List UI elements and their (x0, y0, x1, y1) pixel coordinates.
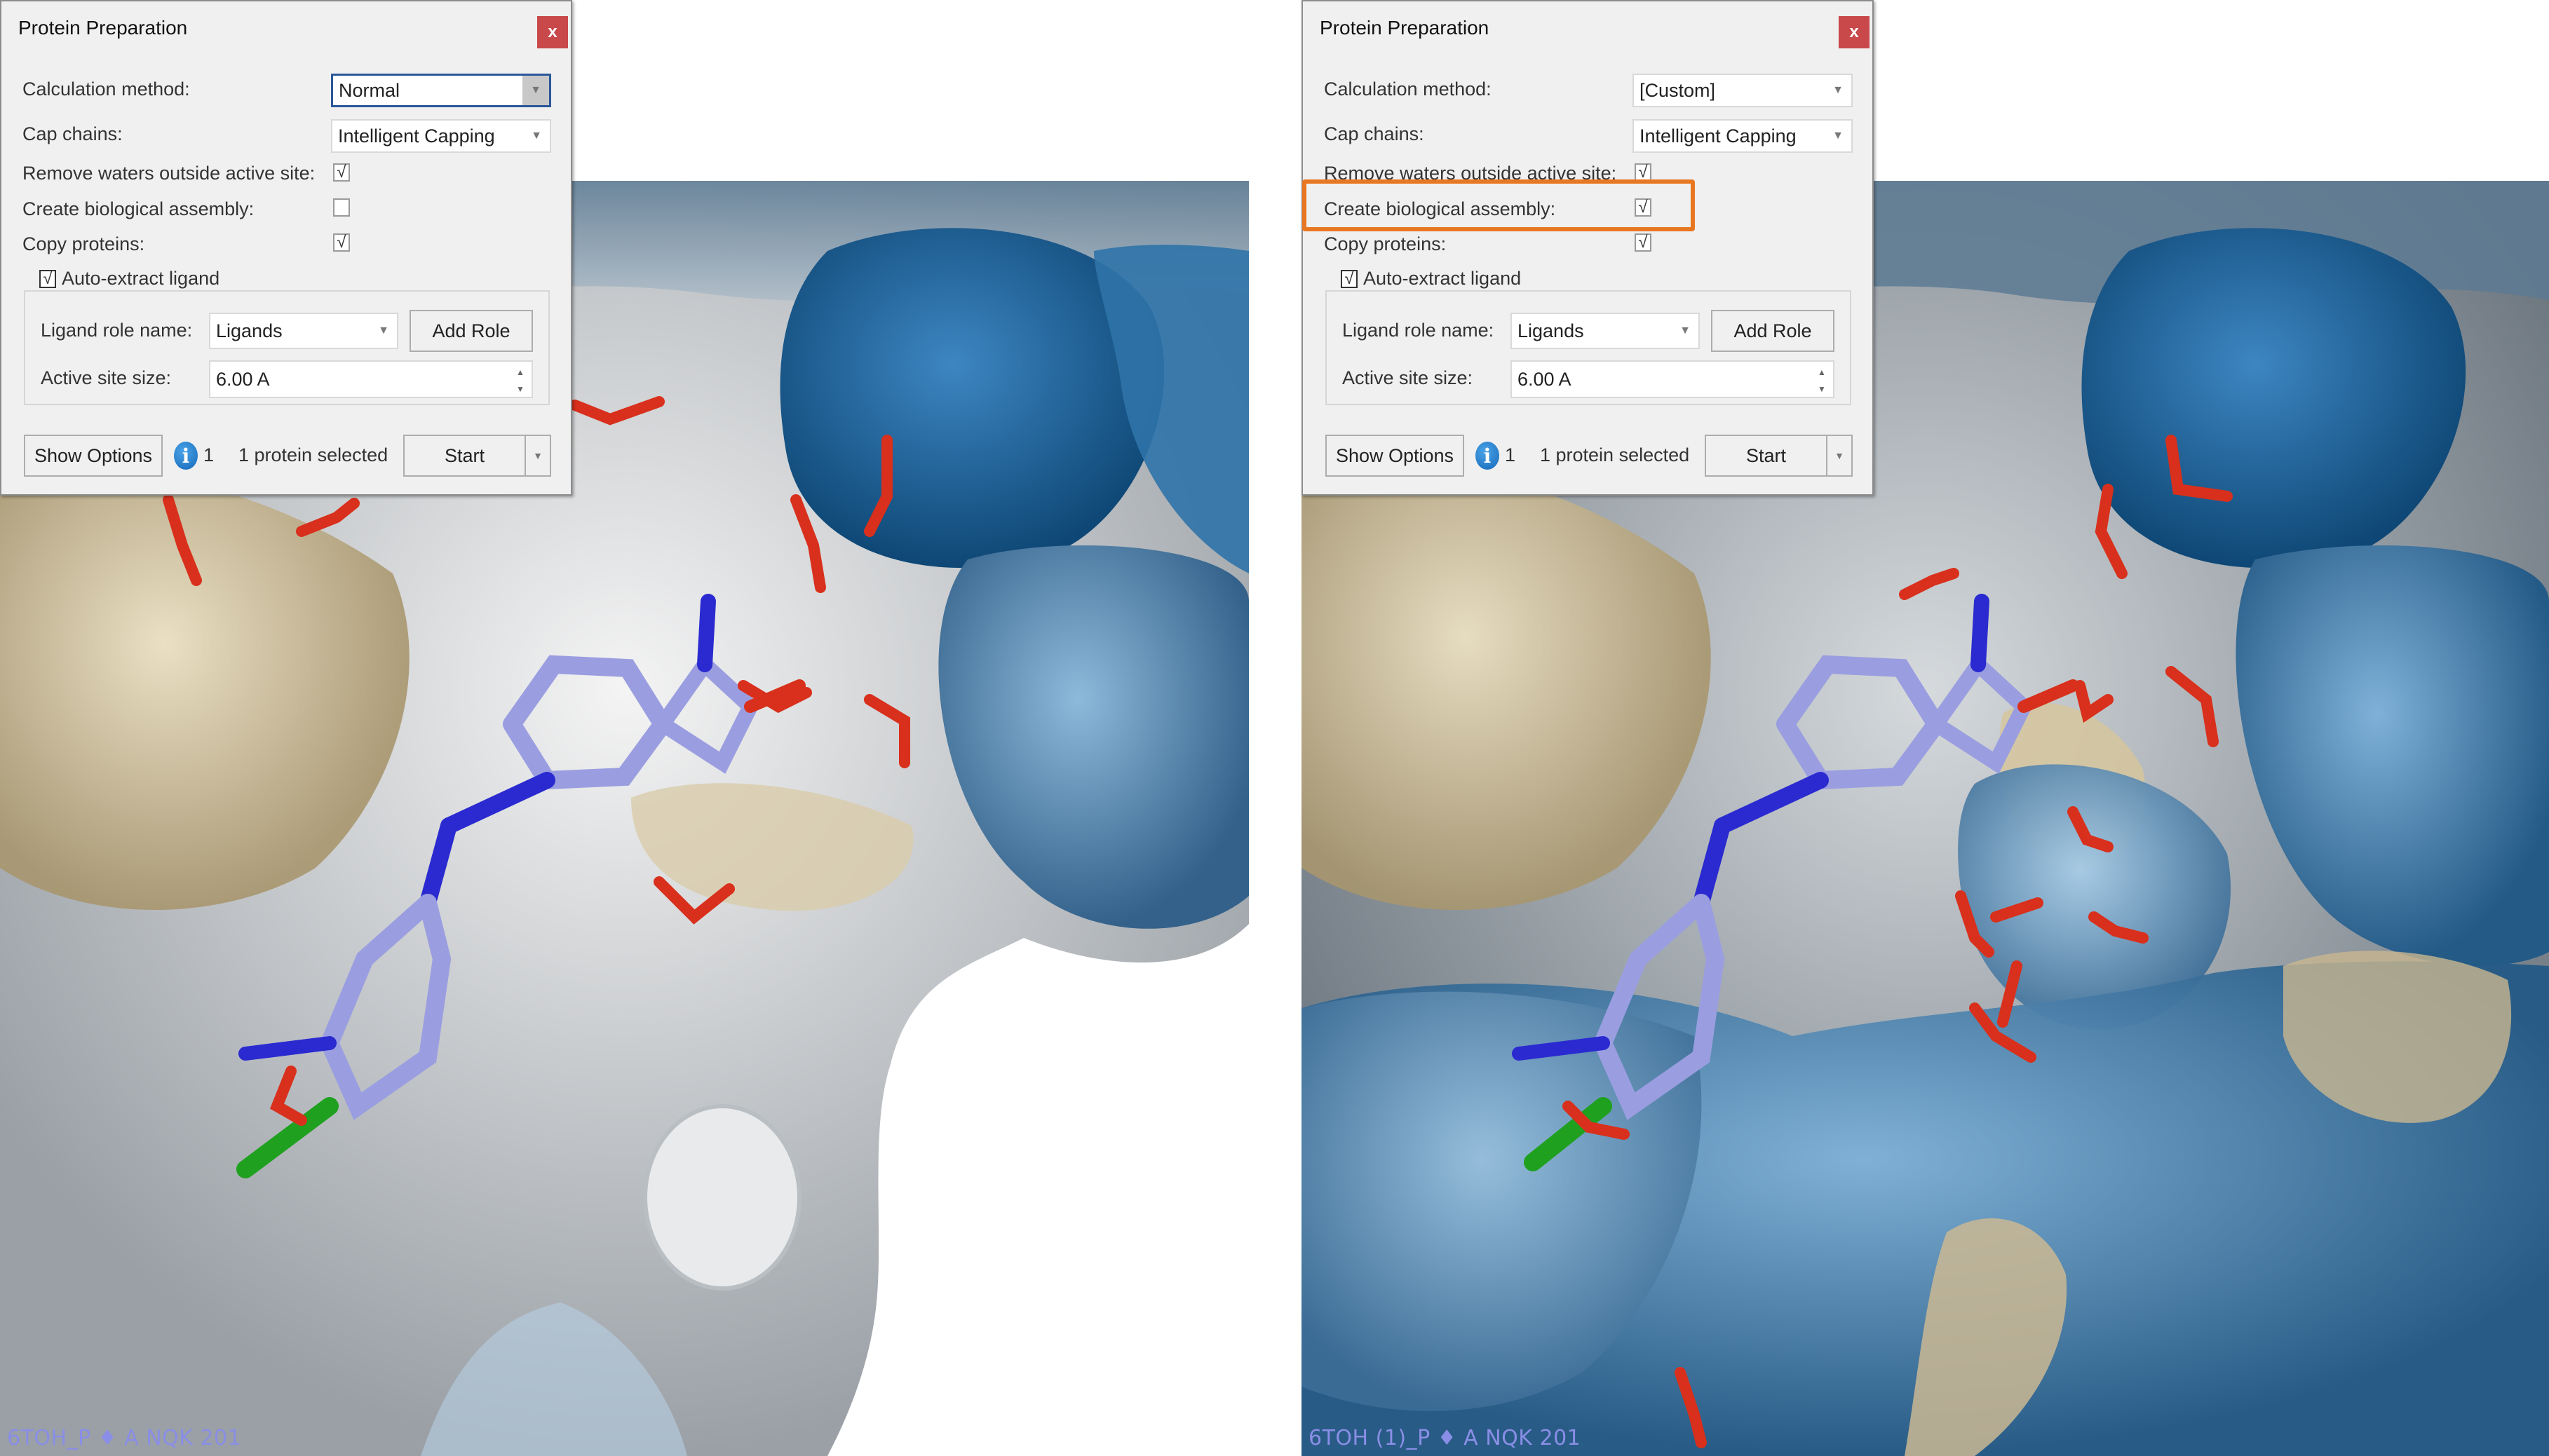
check-icon: √ (337, 233, 346, 252)
chevron-down-icon: ▼ (522, 76, 549, 105)
chevron-down-icon: ▼ (1679, 325, 1691, 336)
calculation-method-label: Calculation method: (1324, 79, 1492, 100)
active-site-spinner[interactable]: ▲ ▼ (1815, 367, 1829, 394)
auto-extract-checkbox[interactable]: √ (39, 268, 56, 288)
show-options-button[interactable]: Show Options (24, 435, 163, 477)
chevron-down-icon: ▼ (1832, 130, 1844, 142)
check-icon: √ (1344, 268, 1354, 288)
active-site-input[interactable]: 6.00 A ▲ ▼ (209, 360, 533, 398)
cap-chains-label: Cap chains: (22, 123, 123, 144)
ligand-role-dropdown[interactable]: Ligands ▼ (209, 313, 398, 349)
protein-surface-bump (643, 1104, 802, 1291)
selection-status: 1 protein selected (1540, 444, 1690, 465)
info-count: 1 (203, 444, 215, 465)
viewport-label: 6TOH_P ♦ A NQK 201 (7, 1426, 242, 1450)
selection-status: 1 protein selected (238, 444, 388, 465)
active-site-spinner[interactable]: ▲ ▼ (513, 367, 527, 394)
auto-extract-header: √ Auto-extract ligand (1337, 268, 1526, 290)
close-button[interactable]: x (1839, 16, 1870, 48)
spin-up-icon[interactable]: ▲ (516, 367, 525, 377)
remove-waters-checkbox[interactable]: √ (333, 163, 350, 182)
add-role-button[interactable]: Add Role (1711, 310, 1834, 352)
close-button[interactable]: x (537, 16, 568, 48)
ligand-role-dropdown[interactable]: Ligands ▼ (1510, 313, 1700, 349)
active-site-value: 6.00 A (1517, 368, 1571, 390)
dialog-title: Protein Preparation (1320, 17, 1489, 39)
spin-up-icon[interactable]: ▲ (1818, 367, 1826, 377)
ligand-role-label: Ligand role name: (41, 320, 193, 341)
auto-extract-label: Auto-extract ligand (1363, 268, 1522, 289)
calculation-method-dropdown[interactable]: [Custom] ▼ (1632, 74, 1853, 107)
viewport-label: 6TOH (1)_P ♦ A NQK 201 (1309, 1426, 1581, 1450)
active-site-input[interactable]: 6.00 A ▲ ▼ (1510, 360, 1834, 398)
copy-proteins-label: Copy proteins: (22, 233, 145, 254)
ligand-role-value: Ligands (216, 320, 283, 341)
remove-waters-label: Remove waters outside active site: (22, 163, 316, 184)
protein-preparation-dialog-left: Protein Preparation x Calculation method… (0, 0, 572, 496)
calculation-method-label: Calculation method: (22, 79, 190, 100)
chevron-down-icon: ▼ (378, 325, 389, 336)
info-icon[interactable]: i (1475, 442, 1499, 470)
chevron-down-icon: ▼ (1832, 84, 1844, 96)
start-button[interactable]: Start (403, 435, 526, 477)
protein-preparation-dialog-right: Protein Preparation x Calculation method… (1301, 0, 1874, 496)
auto-extract-checkbox[interactable]: √ (1341, 268, 1358, 288)
copy-proteins-checkbox[interactable]: √ (1635, 233, 1651, 252)
active-site-label: Active site size: (41, 367, 172, 388)
cap-chains-label: Cap chains: (1324, 123, 1424, 144)
info-icon[interactable]: i (174, 442, 198, 470)
start-button[interactable]: Start (1705, 435, 1827, 477)
create-bio-assembly-checkbox[interactable] (333, 198, 350, 217)
calculation-method-value: [Custom] (1639, 79, 1716, 101)
show-options-button[interactable]: Show Options (1325, 435, 1464, 477)
check-icon: √ (43, 268, 53, 288)
active-site-label: Active site size: (1342, 367, 1473, 388)
close-icon: x (1849, 22, 1859, 41)
chevron-down-icon: ▼ (533, 450, 543, 461)
cap-chains-value: Intelligent Capping (338, 125, 495, 147)
check-icon: √ (337, 163, 346, 182)
close-icon: x (548, 22, 557, 41)
create-bio-assembly-label: Create biological assembly: (22, 198, 255, 219)
chevron-down-icon: ▼ (1834, 450, 1844, 461)
spin-down-icon[interactable]: ▼ (516, 384, 525, 394)
cap-chains-value: Intelligent Capping (1639, 125, 1797, 147)
check-icon: √ (1638, 163, 1648, 182)
cap-chains-dropdown[interactable]: Intelligent Capping ▼ (331, 119, 551, 153)
auto-extract-header: √ Auto-extract ligand (35, 268, 224, 290)
chevron-down-icon: ▼ (531, 130, 542, 142)
start-options-dropdown[interactable]: ▼ (525, 435, 551, 477)
cap-chains-dropdown[interactable]: Intelligent Capping ▼ (1632, 119, 1853, 153)
start-options-dropdown[interactable]: ▼ (1826, 435, 1853, 477)
copy-proteins-checkbox[interactable]: √ (333, 233, 350, 252)
auto-extract-label: Auto-extract ligand (62, 268, 220, 289)
add-role-button[interactable]: Add Role (410, 310, 533, 352)
calculation-method-dropdown[interactable]: Normal ▼ (331, 74, 551, 107)
check-icon: √ (1638, 233, 1648, 252)
ligand-role-value: Ligands (1517, 320, 1584, 341)
calculation-method-value: Normal (339, 79, 400, 101)
spin-down-icon[interactable]: ▼ (1818, 384, 1826, 394)
info-count: 1 (1505, 444, 1516, 465)
active-site-value: 6.00 A (216, 368, 270, 390)
ligand-role-label: Ligand role name: (1342, 320, 1494, 341)
create-bio-assembly-highlight (1302, 179, 1695, 231)
copy-proteins-label: Copy proteins: (1324, 233, 1447, 254)
dialog-title: Protein Preparation (18, 17, 188, 39)
